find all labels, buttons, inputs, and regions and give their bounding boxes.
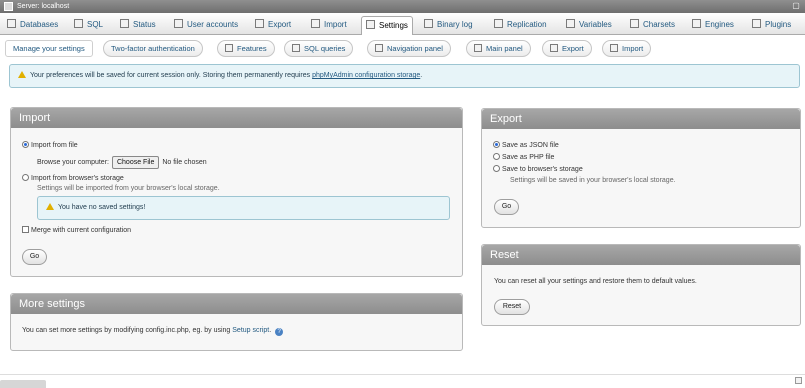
merge-checkbox[interactable] — [22, 226, 29, 233]
configuration-storage-link[interactable]: phpMyAdmin configuration storage — [312, 72, 420, 79]
databases-icon — [7, 19, 16, 28]
save-php-radio[interactable] — [493, 153, 500, 160]
help-icon[interactable]: ? — [275, 328, 284, 336]
charsets-icon — [630, 19, 639, 28]
plugins-icon — [752, 19, 761, 28]
warning-icon — [46, 203, 54, 210]
status-icon — [120, 19, 129, 28]
storage-notice: Your preferences will be saved for curre… — [9, 64, 800, 88]
tab-binary-log[interactable]: Binary log — [424, 16, 473, 34]
tab-status[interactable]: Status — [120, 16, 156, 34]
settings-icon — [366, 20, 375, 29]
tab-engines[interactable]: Engines — [692, 16, 734, 34]
browse-row: Browse your computer: Choose File No file … — [37, 156, 207, 169]
tab-replication[interactable]: Replication — [494, 16, 547, 34]
export-icon — [550, 44, 558, 52]
user-accounts-icon — [174, 19, 183, 28]
tab-charsets[interactable]: Charsets — [630, 16, 675, 34]
more-settings-title: More settings — [11, 294, 462, 314]
import-from-storage-radio[interactable] — [22, 174, 29, 181]
binary-log-icon — [424, 19, 433, 28]
tab-import[interactable]: Import — [311, 16, 347, 34]
save-json-option[interactable]: Save as JSON file — [493, 141, 559, 149]
import-icon — [610, 44, 618, 52]
subtab-two-factor[interactable]: Two-factor authentication — [103, 40, 203, 57]
no-saved-settings-notice: You have no saved settings! — [37, 196, 450, 220]
sql-icon — [74, 19, 83, 28]
tab-user-accounts[interactable]: User accounts — [174, 16, 238, 34]
tab-databases[interactable]: Databases — [7, 16, 58, 34]
subtab-main-panel[interactable]: Main panel — [466, 40, 531, 57]
choose-file-button[interactable]: Choose File — [111, 156, 160, 169]
sql-queries-icon — [292, 44, 300, 52]
tab-plugins[interactable]: Plugins — [752, 16, 791, 34]
subtab-import[interactable]: Import — [602, 40, 652, 57]
tab-settings[interactable]: Settings — [361, 16, 413, 35]
reset-panel: Reset — [481, 244, 801, 326]
save-php-option[interactable]: Save as PHP file — [493, 153, 554, 161]
save-storage-radio[interactable] — [493, 165, 500, 172]
more-settings-text: You can set more settings by modifying c… — [22, 327, 284, 336]
export-go-button[interactable]: Go — [494, 199, 519, 215]
engines-icon — [692, 19, 701, 28]
replication-icon — [494, 19, 503, 28]
subtab-manage-settings[interactable]: Manage your settings — [5, 40, 93, 57]
import-panel: Import — [10, 107, 463, 277]
import-from-file-option[interactable]: Import from file — [22, 141, 78, 149]
main-panel-icon — [474, 44, 482, 52]
reset-panel-title: Reset — [482, 245, 800, 265]
export-panel-title: Export — [482, 109, 800, 129]
merge-option[interactable]: Merge with current configuration — [22, 226, 131, 234]
subtab-export[interactable]: Export — [542, 40, 592, 57]
tab-variables[interactable]: Variables — [566, 16, 612, 34]
import-go-button[interactable]: Go — [22, 249, 47, 265]
console-toggle-icon[interactable] — [795, 377, 802, 384]
save-storage-option[interactable]: Save to browser's storage — [493, 165, 583, 173]
settings-sub-tabs: Manage your settings Two-factor authenti… — [0, 40, 805, 58]
import-storage-hint: Settings will be imported from your brow… — [37, 185, 220, 192]
tab-sql[interactable]: SQL — [74, 16, 103, 34]
console-tab[interactable] — [0, 380, 46, 388]
import-icon — [311, 19, 320, 28]
more-settings-panel: More settings — [10, 293, 463, 351]
subtab-sql-queries[interactable]: SQL queries — [284, 40, 354, 57]
navigation-panel-icon — [375, 44, 383, 52]
features-icon — [225, 44, 233, 52]
warning-icon — [18, 71, 26, 78]
tab-export[interactable]: Export — [255, 16, 291, 34]
reset-button[interactable]: Reset — [494, 299, 530, 315]
no-file-text: No file chosen — [162, 159, 207, 166]
subtab-features[interactable]: Features — [217, 40, 275, 57]
export-storage-hint: Settings will be saved in your browser's… — [510, 177, 676, 184]
server-icon — [4, 2, 13, 11]
collapse-icon[interactable]: ▢ — [791, 1, 801, 11]
bottom-divider — [0, 374, 805, 375]
server-title-bar: Server: localhost ▢ — [0, 0, 805, 13]
import-from-file-radio[interactable] — [22, 141, 29, 148]
export-icon — [255, 19, 264, 28]
subtab-navigation-panel[interactable]: Navigation panel — [367, 40, 451, 57]
reset-text: You can reset all your settings and rest… — [494, 278, 697, 285]
import-panel-title: Import — [11, 108, 462, 128]
setup-script-link[interactable]: Setup script — [232, 327, 269, 334]
variables-icon — [566, 19, 575, 28]
save-json-radio[interactable] — [493, 141, 500, 148]
import-from-storage-option[interactable]: Import from browser's storage — [22, 174, 124, 182]
main-tabs: Databases SQL Status User accounts Expor… — [0, 13, 805, 35]
server-title: Server: localhost — [17, 3, 70, 10]
